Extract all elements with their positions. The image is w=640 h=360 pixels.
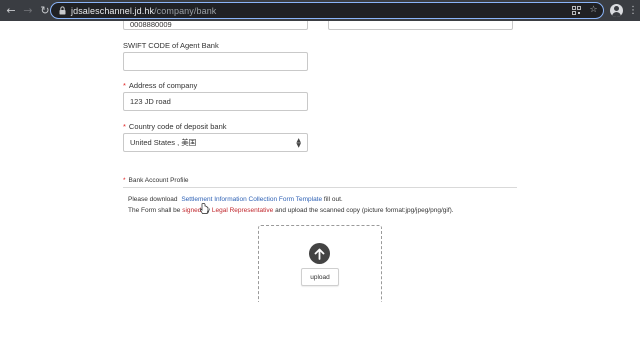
url-domain: jdsaleschannel.jd.hk [71, 5, 155, 16]
page-content: 0008880009 SWIFT CODE of Agent Bank * Add… [0, 21, 640, 302]
address-bar[interactable]: jdsaleschannel.jd.hk/company/bank ☆ [50, 2, 604, 19]
required-mark: * [123, 81, 126, 90]
address-input[interactable]: 123 JD road [123, 92, 308, 111]
lock-icon [57, 6, 67, 16]
top-right-input[interactable] [328, 21, 513, 30]
download-instruction: Please download Settlement Information C… [128, 196, 343, 203]
legal-representative-text: Legal Representative [211, 207, 274, 214]
required-mark: * [123, 177, 126, 184]
bank-account-number-value: 0008880009 [130, 21, 172, 29]
address-value: 123 JD road [130, 97, 171, 106]
country-code-label: * Country code of deposit bank [123, 122, 227, 131]
back-icon[interactable]: ← [4, 4, 18, 18]
url-text: jdsaleschannel.jd.hk/company/bank [71, 6, 216, 16]
download-suffix: fill out. [323, 196, 343, 203]
hand-cursor-icon [199, 202, 209, 214]
bookmark-star-icon[interactable]: ☆ [588, 4, 599, 16]
address-label: * Address of company [123, 81, 198, 90]
sign-prefix: The Form shall be [128, 207, 181, 214]
upload-dropzone[interactable]: upload [258, 225, 382, 302]
page-bottom-blank [0, 302, 640, 360]
bank-account-profile-label: * Bank Account Profile [123, 177, 189, 184]
select-caret-icon: ▲ ▼ [296, 137, 301, 149]
forward-icon[interactable]: → [21, 4, 35, 18]
swift-code-input[interactable] [123, 52, 308, 71]
profile-avatar-icon[interactable] [610, 4, 623, 17]
upload-button[interactable]: upload [301, 268, 339, 286]
required-mark: * [123, 122, 126, 131]
sign-instruction: The Form shall be signed by Legal Repres… [128, 207, 454, 214]
country-code-select[interactable]: United States , 美国 ▲ ▼ [123, 133, 308, 152]
menu-kebab-icon[interactable]: ⋮ [628, 5, 638, 16]
country-code-value: United States , 美国 [130, 138, 197, 147]
qr-code-icon[interactable] [571, 4, 582, 16]
bank-account-number-input[interactable]: 0008880009 [123, 21, 308, 30]
browser-toolbar: ← → ↻ jdsaleschannel.jd.hk/company/bank … [0, 0, 640, 21]
upload-arrow-icon[interactable] [309, 243, 330, 264]
section-divider [123, 187, 517, 188]
download-prefix: Please download [128, 196, 178, 203]
sign-suffix: and upload the scanned copy (picture for… [275, 207, 454, 214]
swift-code-label: SWIFT CODE of Agent Bank [123, 41, 219, 50]
url-path: /company/bank [154, 5, 217, 16]
